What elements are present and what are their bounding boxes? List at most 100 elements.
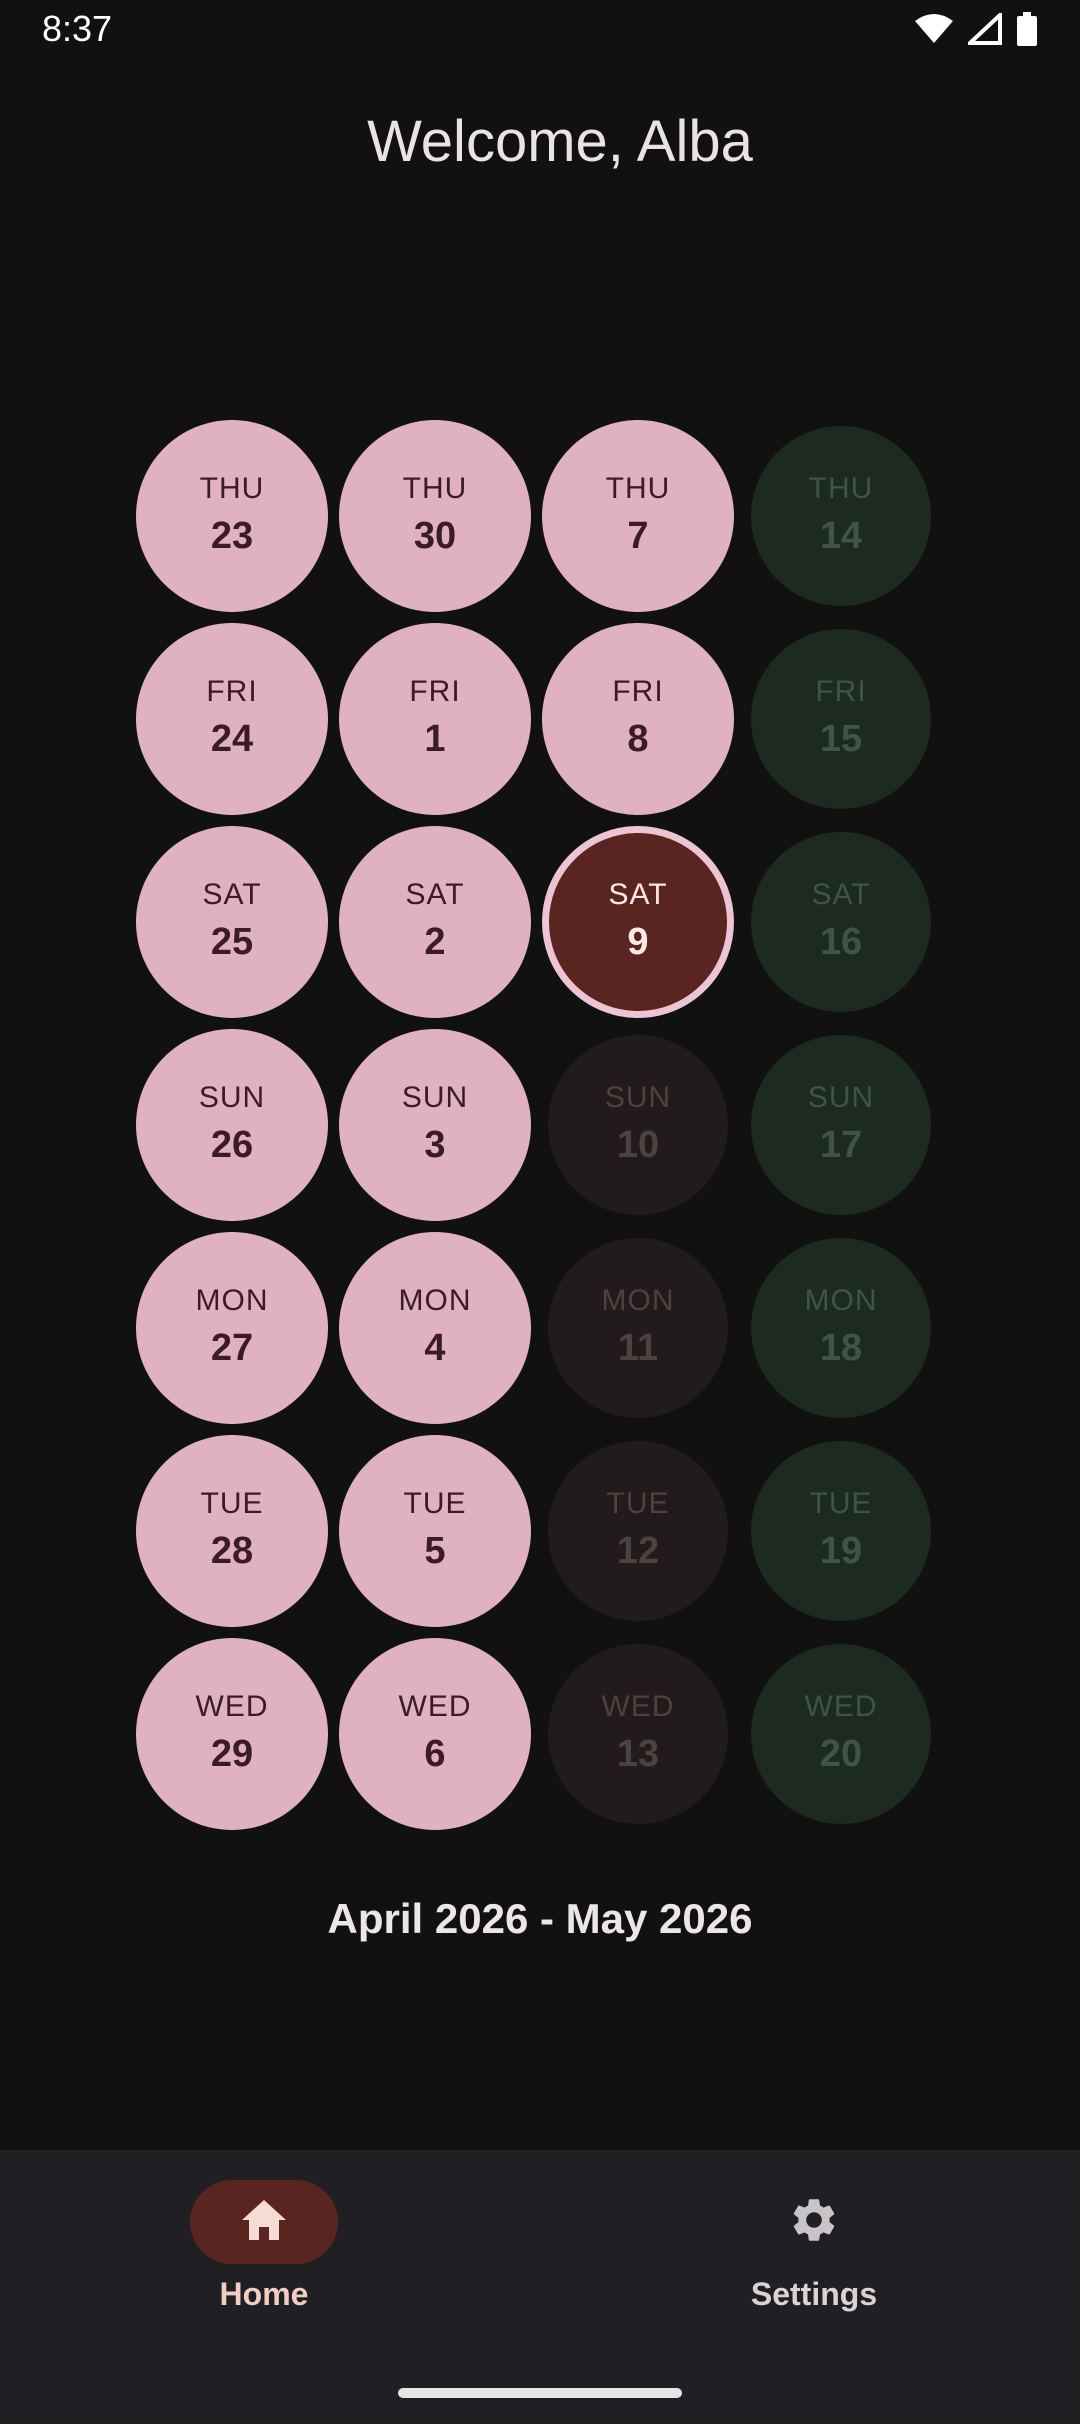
day-weekday: MON	[195, 1284, 269, 1317]
nav-settings-label: Settings	[750, 2276, 878, 2312]
day-weekday: WED	[804, 1690, 878, 1723]
day-cell[interactable]: SAT 16	[751, 832, 931, 1012]
day-number: 4	[424, 1327, 446, 1369]
day-weekday: SUN	[198, 1081, 266, 1114]
day-number: 12	[616, 1530, 660, 1572]
day-weekday: TUE	[403, 1487, 467, 1520]
day-weekday: FRI	[206, 675, 258, 708]
day-cell[interactable]: TUE 19	[751, 1441, 931, 1621]
signal-icon	[968, 13, 1002, 45]
day-number: 26	[210, 1124, 254, 1166]
day-weekday: TUE	[809, 1487, 873, 1520]
day-cell[interactable]: SUN 26	[136, 1029, 328, 1221]
day-cell[interactable]: SAT 9	[542, 826, 734, 1018]
day-number: 8	[627, 718, 649, 760]
day-number: 11	[617, 1327, 659, 1369]
date-range-label: April 2026 - May 2026	[327, 1895, 753, 1942]
day-number: 5	[424, 1530, 446, 1572]
day-number: 6	[424, 1733, 446, 1775]
day-weekday: MON	[601, 1284, 675, 1317]
day-cell[interactable]: SAT 2	[339, 826, 531, 1018]
nav-home[interactable]: Home	[114, 2180, 414, 2340]
day-number: 18	[819, 1327, 863, 1369]
day-number: 2	[424, 921, 446, 963]
day-number: 7	[627, 515, 649, 557]
day-number: 30	[413, 515, 457, 557]
day-cell[interactable]: TUE 12	[548, 1441, 728, 1621]
day-number: 14	[819, 515, 863, 557]
battery-icon	[1016, 12, 1038, 46]
day-cell[interactable]: WED 13	[548, 1644, 728, 1824]
day-weekday: WED	[601, 1690, 675, 1723]
day-cell[interactable]: THU 30	[339, 420, 531, 612]
day-weekday: MON	[398, 1284, 472, 1317]
day-weekday: WED	[398, 1690, 472, 1723]
day-cell[interactable]: WED 29	[136, 1638, 328, 1830]
day-weekday: FRI	[815, 675, 867, 708]
day-number: 9	[627, 921, 649, 963]
day-weekday: SAT	[202, 878, 262, 911]
day-number: 3	[424, 1124, 446, 1166]
day-cell[interactable]: FRI 24	[136, 623, 328, 815]
day-number: 25	[210, 921, 254, 963]
day-number: 15	[819, 718, 863, 760]
day-weekday: SAT	[608, 878, 668, 911]
day-number: 29	[210, 1733, 254, 1775]
day-cell[interactable]: THU 23	[136, 420, 328, 612]
day-cell[interactable]: WED 20	[751, 1644, 931, 1824]
day-cell[interactable]: SUN 3	[339, 1029, 531, 1221]
day-number: 28	[210, 1530, 254, 1572]
day-weekday: SUN	[401, 1081, 469, 1114]
day-cell[interactable]: TUE 28	[136, 1435, 328, 1627]
day-number: 16	[819, 921, 863, 963]
day-weekday: THU	[199, 472, 265, 505]
day-weekday: MON	[804, 1284, 878, 1317]
day-cell[interactable]: SAT 25	[136, 826, 328, 1018]
bottom-navigation: Home Settings	[0, 2150, 1080, 2424]
day-weekday: SUN	[604, 1081, 672, 1114]
day-cell[interactable]: MON 27	[136, 1232, 328, 1424]
status-icons	[914, 12, 1038, 46]
day-weekday: FRI	[409, 675, 461, 708]
day-cell[interactable]: FRI 1	[339, 623, 531, 815]
day-cell[interactable]: MON 11	[548, 1238, 728, 1418]
wifi-icon	[914, 13, 954, 45]
day-cell[interactable]: SUN 17	[751, 1035, 931, 1215]
status-time: 8:37	[42, 8, 113, 49]
day-number: 1	[424, 718, 446, 760]
day-cell[interactable]: FRI 8	[542, 623, 734, 815]
day-weekday: THU	[605, 472, 671, 505]
day-weekday: TUE	[200, 1487, 264, 1520]
day-weekday: THU	[402, 472, 468, 505]
day-weekday: TUE	[606, 1487, 670, 1520]
gesture-handle[interactable]	[398, 2388, 682, 2398]
day-weekday: SAT	[405, 878, 465, 911]
home-icon	[240, 2198, 288, 2247]
day-number: 10	[616, 1124, 660, 1166]
status-bar: 8:37	[0, 0, 1080, 64]
day-cell[interactable]: SUN 10	[548, 1035, 728, 1215]
day-number: 27	[210, 1327, 254, 1369]
day-weekday: FRI	[612, 675, 664, 708]
nav-settings[interactable]: Settings	[664, 2180, 964, 2340]
app-screen: 8:37 Welcome, Alba THU 23 FRI 24 SAT 25 S	[0, 0, 1080, 2424]
day-number: 19	[819, 1530, 863, 1572]
nav-settings-indicator	[740, 2180, 888, 2264]
day-number: 24	[210, 718, 254, 760]
nav-home-indicator	[190, 2180, 338, 2264]
day-cell[interactable]: THU 14	[751, 426, 931, 606]
nav-home-label: Home	[219, 2276, 309, 2312]
day-cell[interactable]: TUE 5	[339, 1435, 531, 1627]
day-weekday: THU	[808, 472, 874, 505]
gear-icon	[788, 2194, 840, 2251]
welcome-title: Welcome, Alba	[367, 109, 753, 174]
day-weekday: WED	[195, 1690, 269, 1723]
day-weekday: SAT	[811, 878, 871, 911]
day-cell[interactable]: MON 18	[751, 1238, 931, 1418]
day-cell[interactable]: MON 4	[339, 1232, 531, 1424]
day-cell[interactable]: THU 7	[542, 420, 734, 612]
day-cell[interactable]: FRI 15	[751, 629, 931, 809]
day-number: 17	[819, 1124, 863, 1166]
day-cell[interactable]: WED 6	[339, 1638, 531, 1830]
day-number: 20	[819, 1733, 863, 1775]
